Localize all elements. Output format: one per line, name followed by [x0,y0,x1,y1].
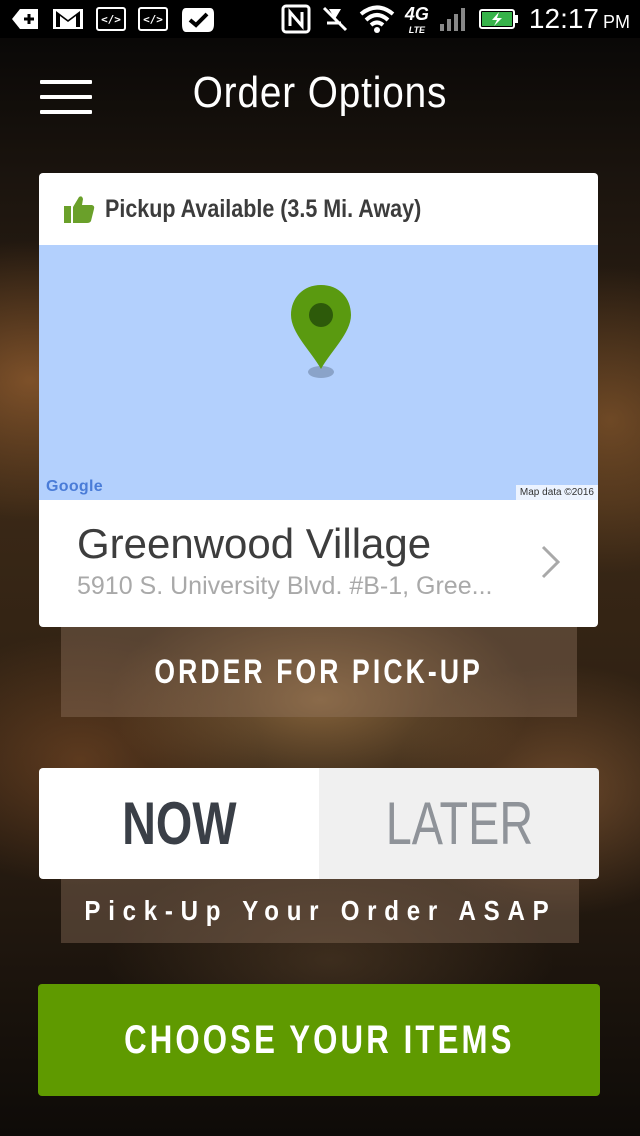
cta-label: CHOOSE YOUR ITEMS [123,1017,515,1062]
mute-icon [321,5,349,33]
app-header: Order Options [0,38,640,156]
map-pin-icon [291,285,351,378]
add-icon [10,7,40,31]
nfc-icon [281,4,311,34]
code-icon: </> [96,7,126,31]
order-type-label: ORDER FOR PICK-UP [154,652,484,691]
location-details[interactable]: Greenwood Village 5910 S. University Blv… [39,500,598,627]
location-address: 5910 S. University Blvd. #B-1, Gree... [77,572,493,600]
wifi-icon [359,5,395,33]
timing-toggle: NOW LATER [39,768,599,879]
order-for-pickup-button[interactable]: ORDER FOR PICK-UP [61,627,577,717]
map-attribution: Map data ©2016 [515,485,598,500]
chevron-right-icon [541,545,561,579]
4g-lte-icon: 4G LTE [404,3,429,35]
timing-note: Pick-Up Your Order ASAP [61,879,579,943]
location-map[interactable]: Google Map data ©2016 [39,245,598,500]
google-logo: Google [46,478,103,495]
pickup-location-card[interactable]: Pickup Available (3.5 Mi. Away) Google M… [39,173,598,627]
page-title: Order Options [192,68,448,117]
timing-now-option[interactable]: NOW [39,768,319,879]
thumbs-up-icon [64,196,95,223]
location-name: Greenwood Village [77,520,432,567]
status-clock: 12:17 PM [528,3,630,34]
status-bar: </> </> 4G LTE 12:17 PM [0,0,640,38]
code-icon: </> [138,7,168,31]
gmail-icon [52,7,84,31]
check-badge-icon [180,4,216,34]
timing-later-option[interactable]: LATER [319,768,599,879]
pickup-availability: Pickup Available (3.5 Mi. Away) [105,194,422,223]
battery-charging-icon [478,8,519,30]
choose-your-items-button[interactable]: CHOOSE YOUR ITEMS [38,984,600,1096]
pickup-status-row: Pickup Available (3.5 Mi. Away) [39,173,598,245]
signal-icon [439,6,469,32]
